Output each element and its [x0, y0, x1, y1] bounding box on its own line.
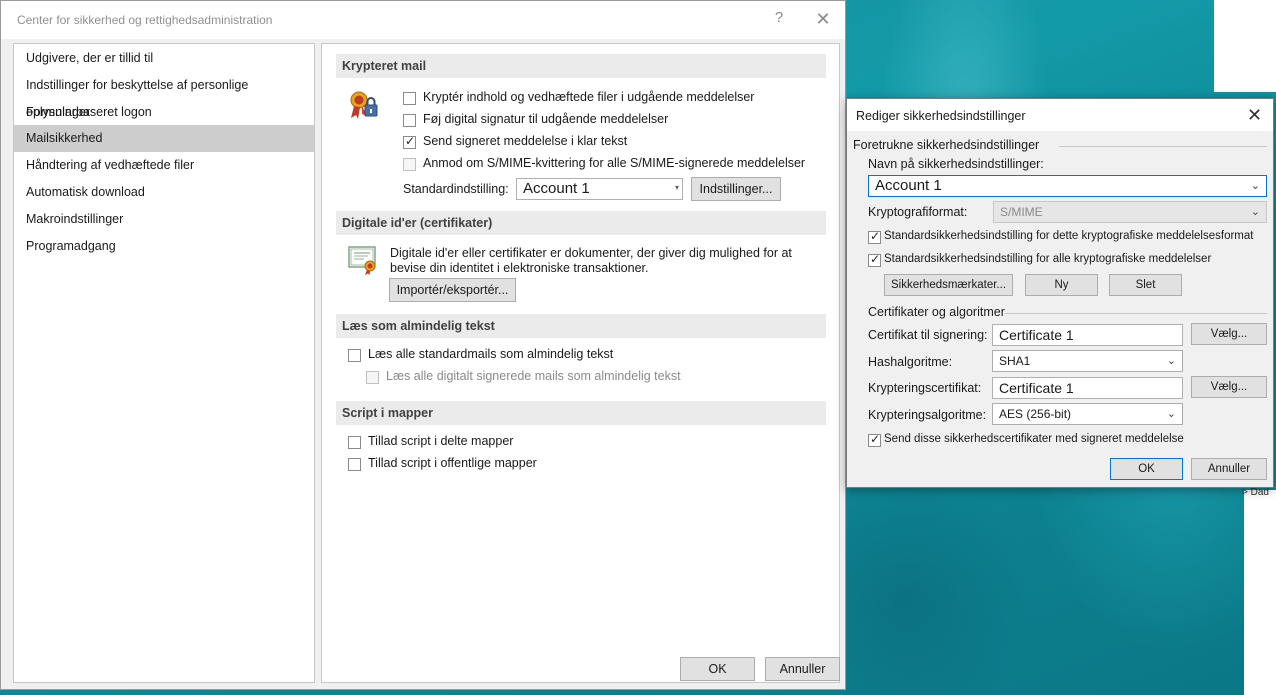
- navigation-panel: Udgivere, der er tillid til Indstillinge…: [13, 43, 315, 683]
- settings-name-label: Navn på sikkerhedsindstillinger:: [868, 157, 1044, 171]
- hash-algorithm-value: SHA1: [999, 354, 1031, 368]
- encryption-algorithm-dropdown[interactable]: AES (256-bit) ⌄: [992, 403, 1183, 425]
- close-icon[interactable]: ✕: [813, 9, 833, 29]
- nav-item-macro-settings[interactable]: Makroindstillinger: [14, 206, 314, 233]
- smime-receipt-label: Anmod om S/MIME-kvittering for alle S/MI…: [423, 156, 806, 170]
- encryption-cert-value: Certificate 1: [999, 380, 1074, 396]
- background-window-edge: [1222, 0, 1276, 4]
- background-window-edge: [1214, 0, 1276, 92]
- default-setting-value: Account 1: [523, 180, 590, 197]
- encrypt-content-label: Kryptér indhold og vedhæftede filer i ud…: [423, 90, 755, 104]
- import-export-button[interactable]: Importér/eksportér...: [389, 278, 516, 302]
- nav-item-email-security[interactable]: Mailsikkerhed: [14, 125, 314, 152]
- default-for-format-checkbox[interactable]: [868, 229, 881, 244]
- section-header-plain-text: Læs som almindelig tekst: [336, 314, 826, 338]
- digital-ids-description: Digitale id'er eller certifikater er dok…: [390, 246, 792, 275]
- read-all-plain-text-label: Læs alle standardmails som almindelig te…: [368, 347, 614, 361]
- add-digital-signature-label: Føj digital signatur til udgående meddel…: [423, 112, 669, 126]
- script-shared-folders-label: Tillad script i delte mapper: [368, 434, 514, 448]
- add-digital-signature-checkbox[interactable]: [403, 114, 416, 127]
- section-header-encrypted-mail: Krypteret mail: [336, 54, 826, 78]
- choose-encryption-cert-button[interactable]: Vælg...: [1191, 376, 1267, 398]
- crypto-format-label: Kryptografiformat:: [868, 205, 968, 219]
- section-header-script-folders: Script i mapper: [336, 401, 826, 425]
- background-side-text: > Dad: [1242, 487, 1269, 498]
- trust-center-window: Center for sikkerhed og rettighedsadmini…: [0, 0, 846, 690]
- chevron-down-icon: ⌄: [1250, 206, 1260, 218]
- chevron-down-icon: ⌄: [1166, 408, 1176, 420]
- hash-algorithm-dropdown[interactable]: SHA1 ⌄: [992, 350, 1183, 372]
- signing-cert-field[interactable]: Certificate 1: [992, 324, 1183, 346]
- read-signed-plain-text-checkbox[interactable]: [366, 371, 379, 384]
- dropdown-arrow-icon: ▾: [674, 183, 679, 192]
- signing-cert-value: Certificate 1: [999, 327, 1074, 343]
- content-panel: Krypteret mail Kryptér indhold og vedhæf…: [321, 43, 840, 683]
- window-title: Center for sikkerhed og rettighedsadmini…: [17, 13, 273, 27]
- send-clear-text-signed-label: Send signeret meddelelse i klar tekst: [423, 134, 628, 148]
- cancel-button[interactable]: Annuller: [765, 657, 840, 681]
- certs-algorithms-group-label: Certifikater og algoritmer: [868, 305, 1005, 319]
- settings-name-dropdown[interactable]: Account 1 ⌄: [868, 175, 1267, 197]
- script-public-folders-checkbox[interactable]: [348, 458, 361, 471]
- ok-button[interactable]: OK: [680, 657, 755, 681]
- help-icon[interactable]: ?: [771, 9, 787, 29]
- encryption-cert-label: Krypteringscertifikat:: [868, 381, 982, 395]
- chevron-down-icon: ⌄: [1166, 355, 1176, 367]
- nav-item-automatic-download[interactable]: Automatisk download: [14, 179, 314, 206]
- send-clear-text-signed-checkbox[interactable]: [403, 134, 416, 149]
- encrypt-content-checkbox[interactable]: [403, 92, 416, 105]
- encryption-algorithm-value: AES (256-bit): [999, 407, 1072, 421]
- default-for-all-checkbox[interactable]: [868, 252, 881, 267]
- chevron-down-icon: ⌄: [1250, 180, 1260, 192]
- read-all-plain-text-checkbox[interactable]: [348, 349, 361, 362]
- group-divider: [1059, 146, 1267, 147]
- crypto-format-dropdown[interactable]: S/MIME ⌄: [993, 201, 1267, 223]
- dialog-ok-button[interactable]: OK: [1110, 458, 1183, 480]
- section-header-digital-ids: Digitale id'er (certifikater): [336, 211, 826, 235]
- nav-item-privacy-options[interactable]: Indstillinger for beskyttelse af personl…: [14, 72, 314, 119]
- settings-name-value: Account 1: [875, 177, 942, 194]
- nav-item-attachment-handling[interactable]: Håndtering af vedhæftede filer: [14, 152, 314, 179]
- delete-button[interactable]: Slet: [1109, 274, 1182, 296]
- smime-receipt-checkbox[interactable]: [403, 158, 416, 171]
- nav-item-form-based-logon[interactable]: Formularbaseret logon: [14, 99, 314, 126]
- default-for-all-label: Standardsikkerhedsindstilling for alle k…: [884, 253, 1212, 265]
- choose-signing-cert-button[interactable]: Vælg...: [1191, 323, 1267, 345]
- dialog-title-bar: Rediger sikkerhedsindstillinger ✕: [847, 99, 1273, 131]
- default-setting-label: Standardindstilling:: [403, 182, 509, 196]
- dialog-title: Rediger sikkerhedsindstillinger: [856, 109, 1026, 123]
- nav-item-programmatic-access[interactable]: Programadgang: [14, 233, 314, 260]
- script-public-folders-label: Tillad script i offentlige mapper: [368, 456, 537, 470]
- background-window-edge: > Dad: [1242, 487, 1276, 695]
- nav-item-trusted-publishers[interactable]: Udgivere, der er tillid til: [14, 45, 314, 72]
- settings-button[interactable]: Indstillinger...: [691, 177, 781, 201]
- dialog-cancel-button[interactable]: Annuller: [1191, 458, 1267, 480]
- security-labels-button[interactable]: Sikkerhedsmærkater...: [884, 274, 1013, 296]
- crypto-format-value: S/MIME: [1000, 205, 1043, 219]
- group-divider: [1005, 313, 1267, 314]
- encryption-algorithm-label: Krypteringsalgoritme:: [868, 408, 987, 422]
- send-certs-checkbox[interactable]: [868, 432, 881, 447]
- default-for-format-label: Standardsikkerhedsindstilling for dette …: [884, 230, 1254, 242]
- title-bar: Center for sikkerhed og rettighedsadmini…: [1, 1, 845, 39]
- security-seal-lock-icon: [350, 91, 378, 119]
- default-setting-dropdown[interactable]: Account 1 ▾: [516, 178, 683, 200]
- certificate-icon: [348, 246, 376, 275]
- edit-security-settings-dialog: Rediger sikkerhedsindstillinger ✕ Foretr…: [846, 98, 1274, 488]
- new-button[interactable]: Ny: [1025, 274, 1098, 296]
- send-certs-label: Send disse sikkerhedscertifikater med si…: [884, 433, 1184, 445]
- hash-algorithm-label: Hashalgoritme:: [868, 355, 953, 369]
- preferred-settings-group-label: Foretrukne sikkerhedsindstillinger: [853, 138, 1040, 152]
- read-signed-plain-text-label: Læs alle digitalt signerede mails som al…: [386, 369, 681, 383]
- script-shared-folders-checkbox[interactable]: [348, 436, 361, 449]
- close-icon[interactable]: ✕: [1247, 105, 1262, 126]
- encryption-cert-field[interactable]: Certificate 1: [992, 377, 1183, 399]
- signing-cert-label: Certifikat til signering:: [868, 328, 988, 342]
